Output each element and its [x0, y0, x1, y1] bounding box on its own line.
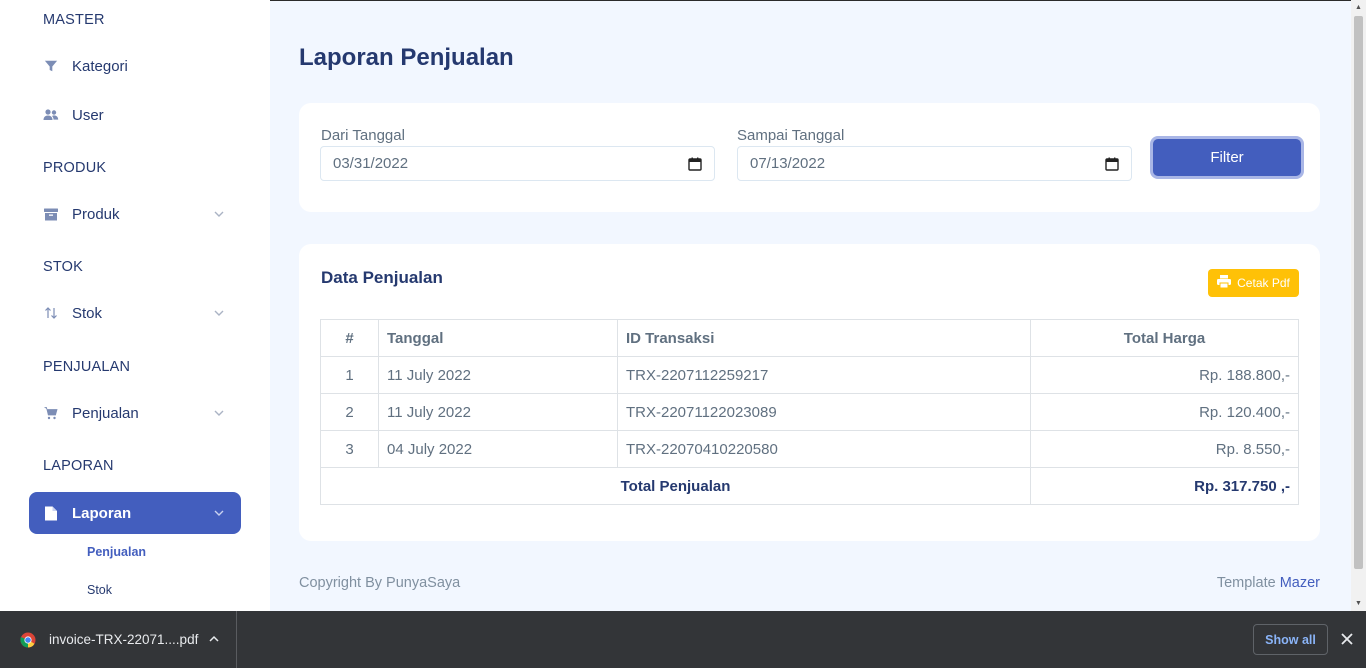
sidebar-section-master: MASTER [43, 12, 105, 28]
printer-icon [1217, 275, 1232, 291]
cart-icon [43, 405, 59, 421]
column-header-id: ID Transaksi [617, 319, 1031, 357]
download-item[interactable]: invoice-TRX-22071....pdf [0, 611, 237, 668]
archive-icon [43, 206, 59, 222]
page-scrollbar[interactable]: ▲ ▼ [1351, 0, 1366, 611]
chevron-down-icon [213, 506, 225, 518]
sidebar-section-produk: PRODUK [43, 160, 107, 176]
sidebar-item-label: Laporan [72, 504, 132, 522]
people-icon [43, 107, 59, 123]
cell-tanggal: 11 July 2022 [378, 356, 618, 394]
filter-button[interactable]: Filter [1153, 139, 1301, 176]
from-date-value: 03/31/2022 [333, 155, 409, 172]
sidebar-section-laporan: LAPORAN [43, 458, 114, 474]
table-row: 1 11 July 2022 TRX-2207112259217 Rp. 188… [320, 356, 1299, 394]
sidebar-item-penjualan[interactable]: Penjualan [29, 392, 241, 434]
calendar-icon[interactable] [688, 157, 702, 171]
table-header-row: # Tanggal ID Transaksi Total Harga [320, 319, 1299, 357]
show-all-button[interactable]: Show all [1253, 624, 1328, 655]
cell-id: TRX-22070410220580 [617, 430, 1031, 468]
chevron-down-icon [213, 207, 225, 219]
chevron-down-icon [213, 406, 225, 418]
table-row: 3 04 July 2022 TRX-22070410220580 Rp. 8.… [320, 430, 1299, 468]
scroll-thumb[interactable] [1354, 16, 1363, 569]
scroll-up-icon[interactable]: ▲ [1354, 3, 1363, 12]
footer-template-link[interactable]: Mazer [1280, 575, 1320, 591]
summary-label: Total Penjualan [320, 467, 1031, 505]
cell-total: Rp. 8.550,- [1030, 430, 1299, 468]
to-date-label: Sampai Tanggal [737, 127, 845, 144]
calendar-icon[interactable] [1105, 157, 1119, 171]
close-icon[interactable] [1340, 632, 1354, 646]
from-date-label: Dari Tanggal [321, 127, 405, 144]
chevron-up-icon[interactable] [208, 633, 220, 645]
column-header-tanggal: Tanggal [378, 319, 618, 357]
cell-tanggal: 04 July 2022 [378, 430, 618, 468]
chrome-icon [20, 632, 36, 648]
sidebar: MASTER Kategori User PRODUK Produk STOK … [0, 0, 270, 611]
sort-arrows-icon [43, 305, 59, 321]
sidebar-section-penjualan: PENJUALAN [43, 359, 131, 375]
sidebar-item-stok[interactable]: Stok [29, 292, 241, 334]
sidebar-item-label: Penjualan [72, 404, 139, 422]
report-title: Data Penjualan [321, 268, 443, 287]
file-icon [43, 505, 59, 521]
from-date-input[interactable]: 03/31/2022 [320, 146, 715, 181]
sidebar-section-stok: STOK [43, 259, 84, 275]
cell-id: TRX-22071122023089 [617, 393, 1031, 431]
sidebar-item-kategori[interactable]: Kategori [29, 45, 241, 87]
summary-value: Rp. 317.750 ,- [1030, 467, 1299, 505]
sales-table: # Tanggal ID Transaksi Total Harga 1 11 … [320, 319, 1299, 505]
cell-id: TRX-2207112259217 [617, 356, 1031, 394]
sidebar-item-produk[interactable]: Produk [29, 193, 241, 235]
sidebar-item-user[interactable]: User [29, 94, 241, 136]
table-summary-row: Total Penjualan Rp. 317.750 ,- [320, 467, 1299, 505]
sidebar-item-laporan[interactable]: Laporan [29, 492, 241, 534]
sidebar-item-label: Kategori [72, 57, 128, 75]
submenu-item-stok[interactable]: Stok [87, 583, 112, 597]
sidebar-item-label: Stok [72, 304, 103, 322]
footer-template: Template Mazer [1217, 575, 1320, 591]
cell-no: 2 [320, 393, 379, 431]
column-header-total: Total Harga [1030, 319, 1299, 357]
cell-total: Rp. 188.800,- [1030, 356, 1299, 394]
download-file-name: invoice-TRX-22071....pdf [49, 632, 199, 647]
cell-total: Rp. 120.400,- [1030, 393, 1299, 431]
sidebar-item-label: User [72, 106, 104, 124]
submenu-item-penjualan[interactable]: Penjualan [87, 545, 146, 559]
to-date-value: 07/13/2022 [750, 155, 826, 172]
table-row: 2 11 July 2022 TRX-22071122023089 Rp. 12… [320, 393, 1299, 431]
top-border [270, 0, 1351, 1]
cell-tanggal: 11 July 2022 [378, 393, 618, 431]
sidebar-item-label: Produk [72, 205, 120, 223]
print-pdf-label: Cetak Pdf [1237, 276, 1290, 290]
footer-copyright: Copyright By PunyaSaya [299, 575, 461, 591]
print-pdf-button[interactable]: Cetak Pdf [1208, 269, 1299, 297]
chevron-down-icon [213, 306, 225, 318]
scroll-down-icon[interactable]: ▼ [1354, 599, 1363, 608]
filter-icon [43, 58, 59, 74]
to-date-input[interactable]: 07/13/2022 [737, 146, 1132, 181]
cell-no: 1 [320, 356, 379, 394]
footer-template-text: Template [1216, 575, 1276, 591]
page-title: Laporan Penjualan [299, 44, 514, 71]
download-bar: invoice-TRX-22071....pdf Show all [0, 611, 1366, 668]
cell-no: 3 [320, 430, 379, 468]
column-header-no: # [320, 319, 379, 357]
